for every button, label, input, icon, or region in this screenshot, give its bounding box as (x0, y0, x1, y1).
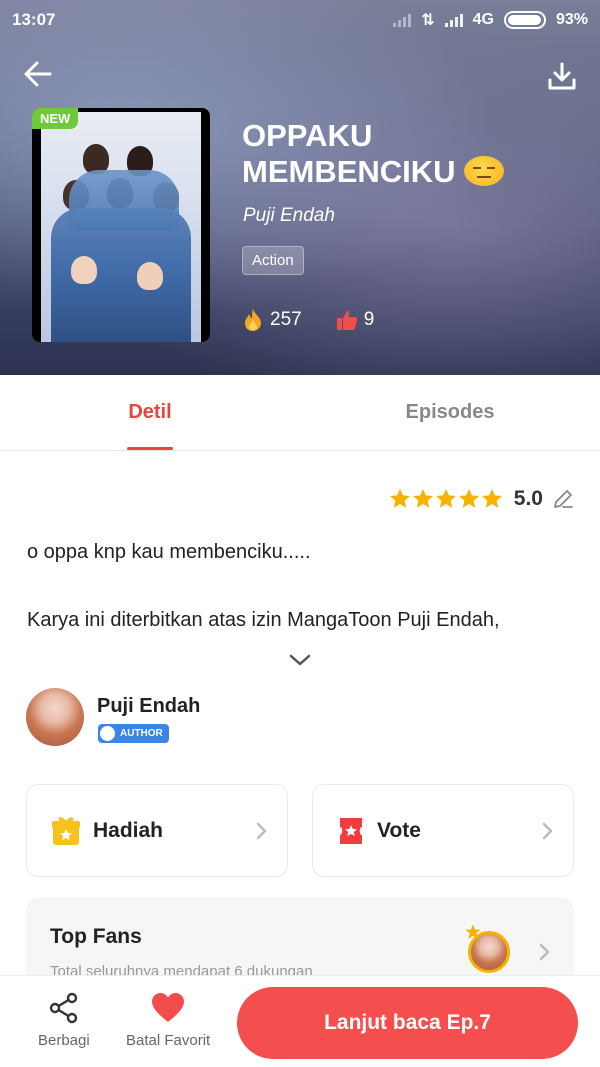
rating-stars (389, 488, 503, 510)
comic-cover (32, 108, 210, 342)
fire-icon (245, 309, 261, 331)
status-bar: 13:07 ⇅ 4G 93% (0, 0, 600, 40)
unfavorite-label: Batal Favorit (126, 1032, 211, 1049)
share-button[interactable]: Berbagi (38, 992, 90, 1049)
star-icon (458, 489, 479, 508)
comic-header: 13:07 ⇅ 4G 93% NEW OPPAKU MEMBENCIKU Puj… (0, 0, 600, 375)
genre-tag[interactable]: Action (242, 246, 304, 275)
cover-image (41, 112, 201, 342)
battery-percent: 93% (555, 11, 588, 28)
network-type: 4G (472, 11, 494, 28)
new-badge: NEW (32, 108, 79, 129)
author-profile[interactable]: Puji Endah AUTHOR (26, 688, 326, 748)
comic-author[interactable]: Puji Endah (243, 205, 335, 227)
vote-card[interactable]: Vote (312, 784, 574, 877)
author-avatar[interactable] (26, 688, 84, 746)
author-name[interactable]: Puji Endah (97, 695, 200, 718)
expressionless-face-icon (464, 156, 505, 186)
author-badge-label: AUTHOR (120, 728, 163, 739)
rating[interactable]: 5.0 (389, 487, 574, 511)
description-line-2: Karya ini diterbitkan atas izin MangaToo… (27, 609, 500, 631)
data-transfer-icon: ⇅ (421, 12, 435, 29)
comic-title: OPPAKU MEMBENCIKU (242, 118, 572, 190)
bottom-action-bar: Berbagi Batal Favorit Lanjut baca Ep.7 (0, 975, 600, 1067)
author-badge-icon (100, 726, 115, 741)
share-label: Berbagi (38, 1032, 90, 1049)
top-fans-title: Top Fans (50, 925, 142, 948)
description-line-1: o oppa knp kau membenciku..... (27, 541, 311, 563)
likes-count: 9 (363, 309, 375, 330)
comic-stats: 257 9 (242, 308, 408, 332)
status-time: 13:07 (12, 10, 56, 29)
battery-icon (503, 11, 546, 29)
unfavorite-button[interactable]: Batal Favorit (126, 992, 210, 1049)
star-icon (481, 489, 502, 508)
rating-value: 5.0 (513, 487, 543, 510)
crown-star-icon (465, 924, 481, 939)
chevron-right-icon (539, 943, 550, 961)
chevron-right-icon (542, 822, 553, 840)
gift-label: Hadiah (93, 818, 164, 842)
chevron-down-icon[interactable] (287, 650, 313, 670)
detail-tabs: Detil Episodes (0, 375, 600, 451)
views-count: 257 (270, 309, 302, 330)
signal-icon (444, 13, 463, 27)
chevron-right-icon (256, 822, 267, 840)
author-badge: AUTHOR (98, 724, 169, 743)
download-icon[interactable] (546, 60, 578, 92)
tab-episodes[interactable]: Episodes (300, 375, 600, 450)
signal-weak-icon (393, 13, 412, 27)
gift-icon (52, 816, 80, 845)
share-icon (49, 992, 78, 1024)
comic-title-text: OPPAKU MEMBENCIKU (242, 118, 456, 189)
edit-pencil-icon[interactable] (552, 488, 574, 510)
views-stat: 257 (242, 308, 302, 332)
star-icon (435, 489, 456, 508)
continue-reading-button[interactable]: Lanjut baca Ep.7 (237, 987, 578, 1059)
status-icons: ⇅ 4G 93% (393, 10, 588, 30)
heart-icon (152, 993, 185, 1022)
vote-ticket-icon (340, 817, 362, 844)
gift-card[interactable]: Hadiah (26, 784, 288, 877)
thumbs-up-icon (336, 311, 357, 330)
tab-detil[interactable]: Detil (0, 375, 300, 450)
star-icon (412, 489, 433, 508)
likes-stat: 9 (336, 309, 375, 331)
back-arrow-icon[interactable] (22, 58, 54, 90)
star-icon (389, 489, 410, 508)
vote-label: Vote (377, 818, 421, 842)
